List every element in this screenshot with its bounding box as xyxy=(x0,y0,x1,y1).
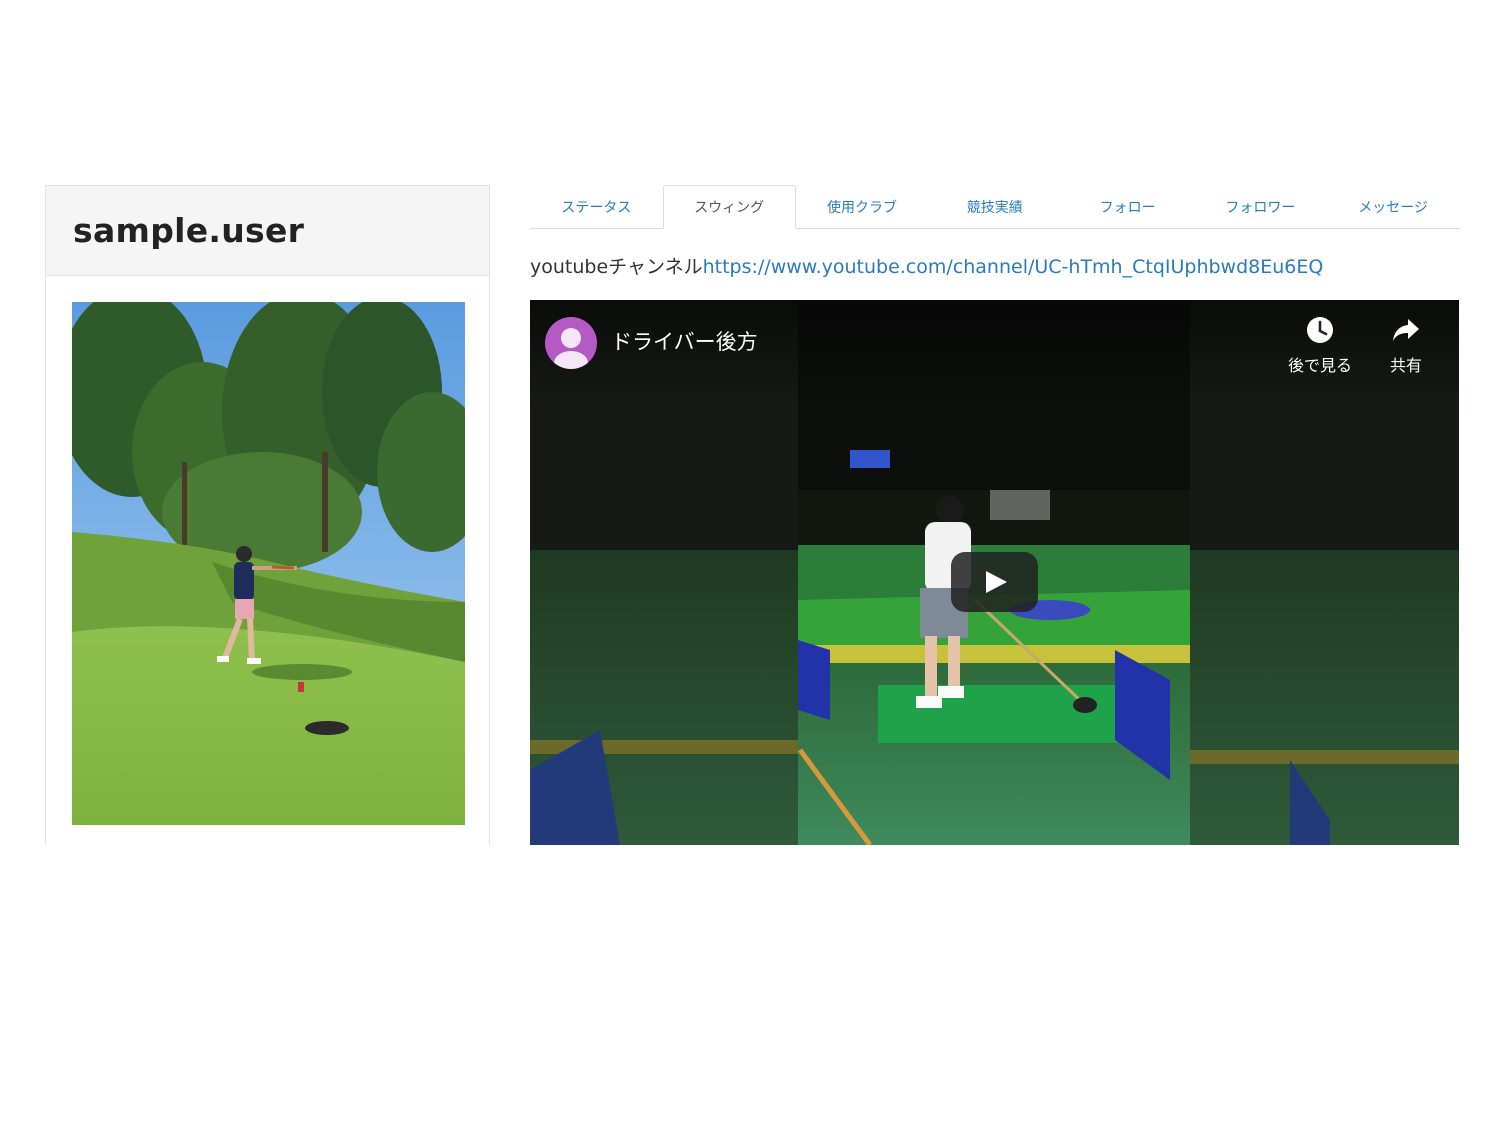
profile-panel: sample.user xyxy=(45,185,490,845)
golfer-photo-image xyxy=(72,302,465,825)
youtube-video-embed[interactable]: ドライバー後方 後で見る 共有 xyxy=(530,300,1459,845)
tab-messages[interactable]: メッセージ xyxy=(1327,185,1460,229)
youtube-channel-label: youtubeチャンネル xyxy=(530,256,703,278)
profile-tabs: ステータス スウィング 使用クラブ 競技実績 フォロー フォロワー メッセージ xyxy=(530,185,1460,229)
tab-swing[interactable]: スウィング xyxy=(662,185,796,229)
channel-avatar[interactable] xyxy=(545,317,597,369)
tab-competition-results[interactable]: 競技実績 xyxy=(928,185,1061,229)
share-arrow-icon xyxy=(1393,319,1419,341)
watch-later-label: 後で見る xyxy=(1288,356,1353,375)
profile-header: sample.user xyxy=(46,186,489,276)
youtube-channel-line: youtubeチャンネルhttps://www.youtube.com/chan… xyxy=(530,252,1323,279)
clock-icon xyxy=(1307,317,1333,343)
tab-clubs[interactable]: 使用クラブ xyxy=(796,185,929,229)
tab-status[interactable]: ステータス xyxy=(530,185,663,229)
play-icon xyxy=(986,571,1007,593)
page: sample.user ステータス スウィング 使用クラブ 競技実績 フォロー … xyxy=(0,0,1500,1125)
profile-photo xyxy=(72,302,465,825)
play-button[interactable] xyxy=(951,552,1038,612)
tab-follow[interactable]: フォロー xyxy=(1061,185,1194,229)
watch-later-button[interactable]: 後で見る xyxy=(1288,316,1352,376)
video-title[interactable]: ドライバー後方 xyxy=(611,326,758,356)
youtube-channel-link[interactable]: https://www.youtube.com/channel/UC-hTmh_… xyxy=(703,256,1324,278)
share-button[interactable]: 共有 xyxy=(1390,316,1422,376)
profile-username: sample.user xyxy=(73,211,305,250)
share-label: 共有 xyxy=(1390,356,1423,375)
tab-followers[interactable]: フォロワー xyxy=(1194,185,1327,229)
person-icon xyxy=(554,328,588,369)
